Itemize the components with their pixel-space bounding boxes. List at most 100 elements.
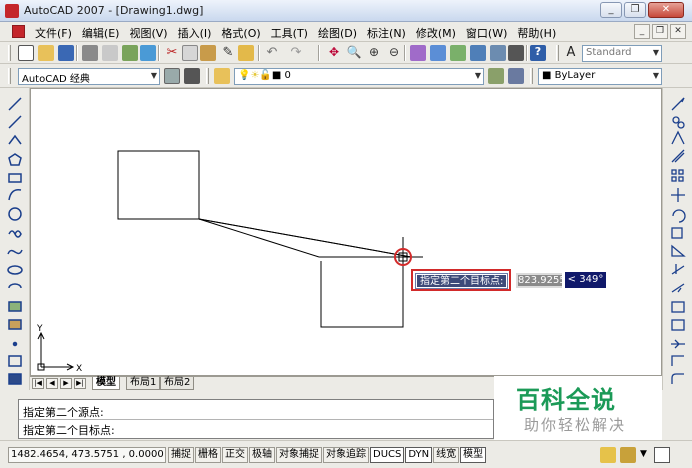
- clean-screen-icon[interactable]: [654, 447, 670, 463]
- status-toggle-6[interactable]: DUCS: [370, 447, 405, 463]
- make-block-icon[interactable]: [8, 319, 22, 330]
- menu-item-8[interactable]: 修改(M): [411, 22, 461, 42]
- polygon-icon[interactable]: [8, 153, 22, 166]
- lock-toolbar-icon[interactable]: [620, 447, 636, 463]
- line-tool-icon[interactable]: [8, 97, 22, 111]
- ellipse-arc-icon[interactable]: [8, 283, 22, 289]
- angle-input[interactable]: < 349°: [565, 272, 606, 288]
- toolbar-grip[interactable]: [530, 68, 533, 84]
- undo-icon[interactable]: ↶: [264, 45, 280, 61]
- layer-select[interactable]: 💡☀🔓■ 0 ▼: [234, 68, 484, 85]
- 3d-dwf-icon[interactable]: [140, 45, 156, 61]
- tab-model[interactable]: 模型: [92, 377, 120, 390]
- scale-icon[interactable]: [671, 227, 683, 239]
- coordinate-display[interactable]: 1482.4654, 473.5751 , 0.0000: [8, 447, 166, 463]
- toolbar-grip[interactable]: [206, 68, 209, 84]
- doc-close-button[interactable]: ✕: [670, 24, 686, 39]
- move-icon[interactable]: [671, 188, 685, 202]
- text-style-select[interactable]: Standard ▼: [582, 45, 662, 62]
- insert-block-icon[interactable]: [8, 301, 22, 312]
- menu-item-9[interactable]: 窗口(W): [461, 22, 512, 42]
- break-at-point-icon[interactable]: [671, 301, 685, 313]
- save-icon[interactable]: [58, 45, 74, 61]
- communication-center-icon[interactable]: [600, 447, 616, 463]
- status-toggle-9[interactable]: 模型: [460, 447, 487, 463]
- construction-line-icon[interactable]: [8, 115, 22, 129]
- toolbar-grip[interactable]: [556, 45, 559, 61]
- copy-icon[interactable]: [182, 45, 198, 61]
- zoom-realtime-icon[interactable]: 🔍: [346, 45, 362, 61]
- menu-item-3[interactable]: 插入(I): [173, 22, 217, 42]
- doc-minimize-button[interactable]: _: [634, 24, 650, 39]
- spline-icon[interactable]: [7, 249, 23, 255]
- offset-icon[interactable]: [671, 149, 685, 163]
- preview-icon[interactable]: [102, 45, 118, 61]
- chevron-down-icon[interactable]: ▼: [640, 449, 647, 459]
- menu-item-7[interactable]: 标注(N): [362, 22, 411, 42]
- mirror-icon[interactable]: [671, 130, 685, 145]
- menu-item-10[interactable]: 帮助(H): [512, 22, 561, 42]
- cut-icon[interactable]: ✂: [164, 45, 180, 61]
- table-icon[interactable]: [8, 373, 22, 385]
- markup-icon[interactable]: [490, 45, 506, 61]
- restore-button[interactable]: ❐: [624, 2, 646, 18]
- rotate-icon[interactable]: [672, 209, 686, 223]
- save-workspace-icon[interactable]: [184, 68, 200, 84]
- circle-icon[interactable]: [8, 207, 22, 221]
- zoom-previous-icon[interactable]: ⊖: [386, 45, 402, 61]
- arc-icon[interactable]: [8, 188, 22, 201]
- distance-input[interactable]: 823.9255: [516, 273, 562, 288]
- menu-item-2[interactable]: 视图(V): [124, 22, 172, 42]
- toolbar-grip[interactable]: [8, 45, 11, 61]
- toolbar-grip[interactable]: [8, 68, 11, 84]
- menu-item-5[interactable]: 工具(T): [266, 22, 313, 42]
- stretch-icon[interactable]: [671, 244, 686, 257]
- status-toggle-4[interactable]: 对象捕捉: [276, 447, 322, 463]
- workspace-select[interactable]: AutoCAD 经典 ▼: [18, 68, 160, 85]
- tool-palettes-icon[interactable]: [450, 45, 466, 61]
- trim-icon[interactable]: [671, 264, 685, 275]
- menu-item-1[interactable]: 编辑(E): [77, 22, 125, 42]
- extend-icon[interactable]: [671, 283, 685, 293]
- status-toggle-8[interactable]: 线宽: [433, 447, 460, 463]
- doc-restore-button[interactable]: ❐: [652, 24, 668, 39]
- paste-icon[interactable]: [200, 45, 216, 61]
- status-toggle-5[interactable]: 对象追踪: [323, 447, 369, 463]
- block-editor-icon[interactable]: [238, 45, 254, 61]
- tab-layout1[interactable]: 布局1: [126, 377, 161, 390]
- sheet-set-icon[interactable]: [470, 45, 486, 61]
- properties-icon[interactable]: [410, 45, 426, 61]
- target-rectangle[interactable]: [320, 261, 404, 328]
- ellipse-icon[interactable]: [7, 265, 23, 275]
- calculator-icon[interactable]: [508, 45, 524, 61]
- status-toggle-0[interactable]: 捕捉: [168, 447, 194, 463]
- document-icon[interactable]: [12, 25, 25, 38]
- close-button[interactable]: ✕: [648, 2, 684, 18]
- match-properties-icon[interactable]: ✎: [220, 45, 236, 61]
- last-tab-icon[interactable]: ▶|: [74, 378, 86, 389]
- status-toggle-7[interactable]: DYN: [405, 447, 433, 463]
- status-toggle-2[interactable]: 正交: [222, 447, 248, 463]
- join-icon[interactable]: [671, 339, 685, 349]
- status-toggle-3[interactable]: 极轴: [249, 447, 275, 463]
- workspace-settings-icon[interactable]: [164, 68, 180, 84]
- new-file-icon[interactable]: [18, 45, 34, 61]
- array-icon[interactable]: [671, 169, 684, 182]
- erase-icon[interactable]: [671, 97, 685, 111]
- status-toggle-1[interactable]: 栅格: [195, 447, 221, 463]
- rectangle-icon[interactable]: [8, 173, 22, 183]
- hatch-icon[interactable]: [8, 355, 22, 367]
- chamfer-icon[interactable]: [671, 355, 684, 366]
- menu-item-6[interactable]: 绘图(D): [313, 22, 362, 42]
- design-center-icon[interactable]: [430, 45, 446, 61]
- next-tab-icon[interactable]: ▶: [60, 378, 72, 389]
- point-icon[interactable]: [12, 341, 18, 347]
- copy-object-icon[interactable]: [672, 116, 680, 124]
- publish-icon[interactable]: [122, 45, 138, 61]
- first-tab-icon[interactable]: |◀: [32, 378, 44, 389]
- menu-item-0[interactable]: 文件(F): [30, 22, 77, 42]
- command-history[interactable]: 指定第二个源点: 指定第二个目标点:: [18, 399, 494, 439]
- open-file-icon[interactable]: [38, 45, 54, 61]
- layer-manager-icon[interactable]: [214, 68, 230, 84]
- zoom-window-icon[interactable]: ⊕: [366, 45, 382, 61]
